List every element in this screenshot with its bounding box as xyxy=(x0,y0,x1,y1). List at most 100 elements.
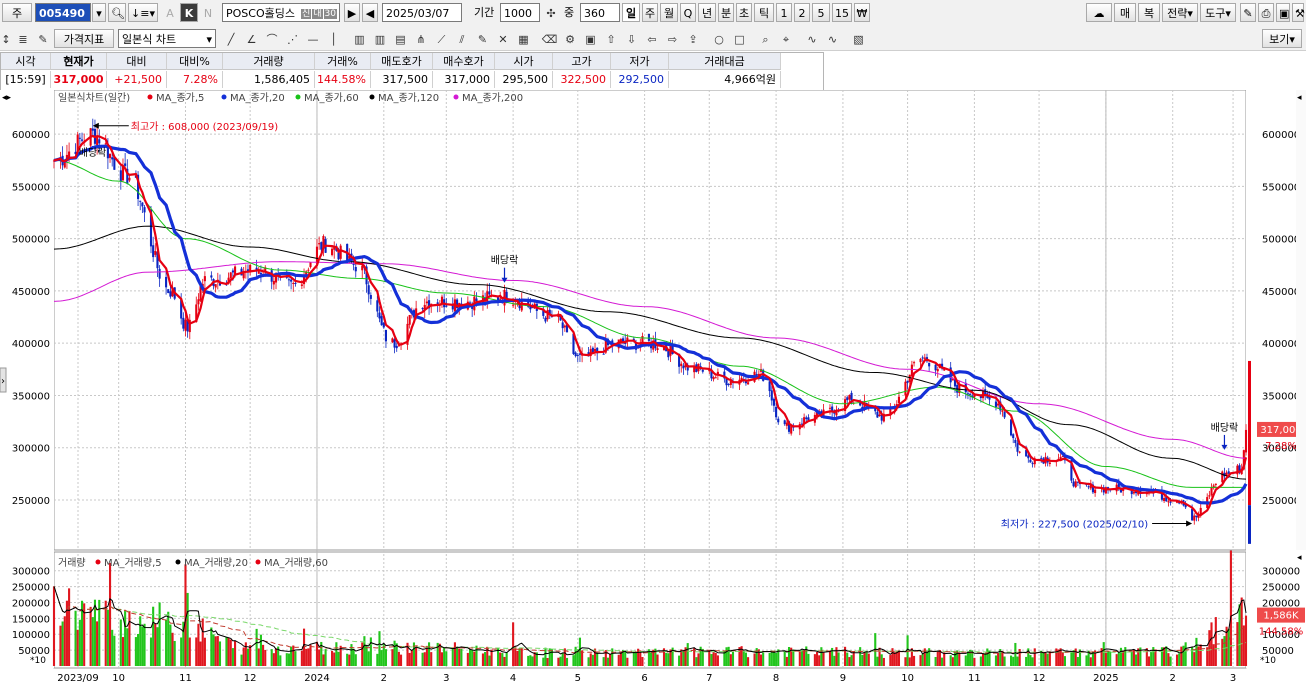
save-icon[interactable]: ▣ xyxy=(1276,3,1290,22)
fan-icon[interactable]: ⋰ xyxy=(284,29,302,48)
list-icon[interactable]: ≣ xyxy=(14,29,32,48)
print-icon[interactable]: ⎙ xyxy=(1258,3,1274,22)
candle xyxy=(1208,495,1211,497)
volume-bar xyxy=(1119,647,1123,666)
search-icon[interactable]: 🔍︎ xyxy=(108,3,126,22)
wave-icon[interactable]: ∿ xyxy=(824,29,842,48)
wave-icon[interactable]: ∿ xyxy=(803,29,821,48)
square-icon[interactable]: □ xyxy=(731,29,749,48)
volume-bar xyxy=(1122,650,1125,666)
strategy-button[interactable]: 전략▾ xyxy=(1162,3,1198,22)
candle xyxy=(755,374,758,376)
volume-bar xyxy=(1130,651,1133,666)
timeframe-button[interactable]: 틱 xyxy=(754,3,774,22)
chart-style-select[interactable]: 일본식 차트 ▾ xyxy=(118,29,216,48)
timeframe-button[interactable]: 2 xyxy=(794,3,810,22)
volume-bar xyxy=(848,657,851,666)
sort-icon[interactable]: ↓≡▾ xyxy=(128,3,158,22)
market-select[interactable]: 주 xyxy=(2,3,32,22)
candle xyxy=(544,317,547,322)
x-tick-label: 5 xyxy=(575,673,581,684)
drawing-toolbar: ↕ ≣ ✎ 가격지표 일본식 차트 ▾ ╱ ∠ ⌒ ⋰ — │ ▥ ▥ ▤ ⋔ ⟋ ⫽ ✎ ✕ ▦ ⌫ ⚙ ▣ ⇧ ⇩ ⇦… xyxy=(0,26,1306,51)
vertical-line-icon[interactable]: │ xyxy=(325,29,343,48)
timeframe-button[interactable]: 년 xyxy=(698,3,716,22)
arc-icon[interactable]: ⌒ xyxy=(263,29,281,48)
volume-bar xyxy=(399,654,403,666)
candle xyxy=(561,322,564,329)
timeframe-button[interactable]: 월 xyxy=(660,3,678,22)
settings-icon[interactable]: ⚙ xyxy=(561,29,579,48)
timeframe-button[interactable]: ₩ xyxy=(854,3,870,22)
arrow-left-icon[interactable]: ⇦ xyxy=(643,29,661,48)
wrench-icon[interactable]: ⚒ xyxy=(1292,3,1305,22)
x-tick-label: 2023/09 xyxy=(57,673,99,684)
volume-bar xyxy=(61,621,64,666)
volume-bar xyxy=(772,650,775,666)
arrow-down-icon[interactable]: ⇩ xyxy=(623,29,641,48)
trend-icon[interactable]: ⟋ xyxy=(433,29,451,48)
edit-indicator-icon[interactable]: ✎ xyxy=(34,29,52,48)
timeframe-button[interactable]: 분 xyxy=(718,3,734,22)
view-button[interactable]: 보기▾ xyxy=(1262,29,1302,48)
strategy-label: 전략 xyxy=(1167,7,1188,20)
buy-button[interactable]: 매 xyxy=(1114,3,1136,22)
timeframe-button[interactable]: 일 xyxy=(622,3,640,22)
cloud-icon[interactable]: ☁ xyxy=(1086,3,1112,22)
timeframe-button[interactable]: 1 xyxy=(776,3,792,22)
x-tick-label: 11 xyxy=(179,673,192,684)
grid-icon[interactable]: ▥ xyxy=(371,29,389,48)
arrow-right-icon[interactable]: ⇨ xyxy=(664,29,682,48)
timeframe-button[interactable]: Q xyxy=(680,3,696,22)
zoom-icon[interactable]: ⌕ xyxy=(757,29,775,48)
timeframe-button[interactable]: 주 xyxy=(642,3,658,22)
updown-icon[interactable]: ↕ xyxy=(0,29,12,48)
date-input[interactable]: 2025/03/07 xyxy=(382,3,462,22)
angle-icon[interactable]: ∠ xyxy=(243,29,261,48)
target-icon[interactable]: ⌖ xyxy=(777,29,795,48)
copy-button[interactable]: 복 xyxy=(1138,3,1160,22)
grid-icon[interactable]: ▥ xyxy=(351,29,369,48)
fork-icon[interactable]: ⋔ xyxy=(412,29,430,48)
volume-bar xyxy=(1016,656,1019,666)
channel-icon[interactable]: ⫽ xyxy=(453,29,471,48)
line-icon[interactable]: ╱ xyxy=(222,29,240,48)
image-icon[interactable]: ▣ xyxy=(582,29,600,48)
volume-bar xyxy=(792,649,795,666)
crosshair-icon[interactable]: ✣ xyxy=(542,3,560,22)
volume-bar xyxy=(445,651,448,666)
cross-icon[interactable]: ✕ xyxy=(494,29,512,48)
period-input[interactable]: 1000 xyxy=(500,3,540,22)
calc-icon[interactable]: ▧ xyxy=(850,29,868,48)
n-button[interactable]: N xyxy=(200,3,216,22)
circle-icon[interactable]: ○ xyxy=(710,29,728,48)
timeframe-button[interactable]: 초 xyxy=(736,3,752,22)
timeframe-button[interactable]: 15 xyxy=(832,3,852,22)
horizontal-line-icon[interactable]: — xyxy=(304,29,322,48)
eraser-icon[interactable]: ⌫ xyxy=(541,29,559,48)
export-icon[interactable]: ⇪ xyxy=(684,29,702,48)
volume-bar xyxy=(234,640,237,666)
volume-bar xyxy=(180,637,183,666)
candle xyxy=(712,377,715,380)
chart-svg[interactable]: 250000 250000 300000 300000 350000 350000 4000… xyxy=(0,89,1306,685)
volume-bar xyxy=(397,651,400,666)
pencil-icon[interactable]: ✎ xyxy=(474,29,492,48)
tools-button[interactable]: 도구▾ xyxy=(1200,3,1236,22)
chart-area[interactable]: 250000 250000 300000 300000 350000 350000 4000… xyxy=(0,89,1306,685)
k-button[interactable]: K xyxy=(180,3,198,22)
arrow-up-icon[interactable]: ⇧ xyxy=(602,29,620,48)
volume-bar xyxy=(1031,657,1034,666)
volume-bar xyxy=(632,651,635,666)
count-input[interactable]: 360 xyxy=(580,3,620,22)
price-indicator-button[interactable]: 가격지표 xyxy=(54,29,114,48)
volume-bar xyxy=(292,645,295,666)
code-input[interactable]: 005490 xyxy=(35,3,91,22)
timeframe-button[interactable]: 5 xyxy=(812,3,830,22)
play-back-icon[interactable]: ◀ xyxy=(362,3,378,22)
prev-stock-icon[interactable]: A xyxy=(162,3,178,22)
play-forward-icon[interactable]: ▶ xyxy=(344,3,360,22)
chart-icon[interactable]: ▦ xyxy=(515,29,533,48)
edit-icon[interactable]: ✎ xyxy=(1240,3,1256,22)
table-icon[interactable]: ▤ xyxy=(392,29,410,48)
code-dropdown-icon[interactable]: ▾ xyxy=(92,3,106,22)
